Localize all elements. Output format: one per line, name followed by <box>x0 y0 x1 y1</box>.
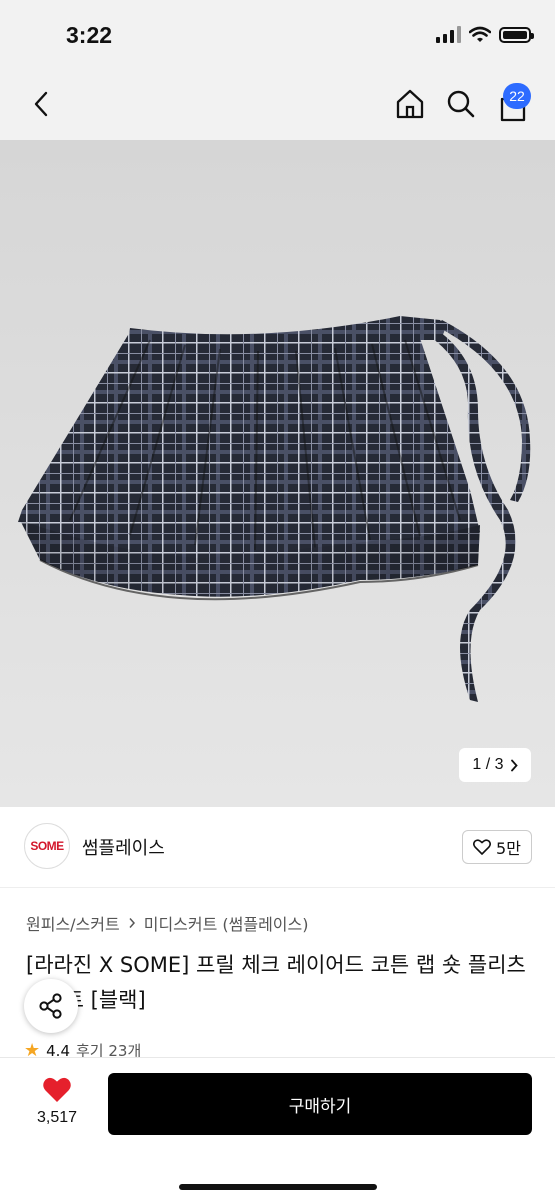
breadcrumb: 원피스/스커트 미디스커트 (썸플레이스) <box>26 911 309 935</box>
favorite-button[interactable]: 3,517 <box>22 1076 92 1127</box>
brand-name[interactable]: 썸플레이스 <box>82 834 165 860</box>
back-button[interactable] <box>24 86 58 122</box>
wifi-icon <box>469 26 491 42</box>
search-icon <box>447 90 475 118</box>
favorite-count: 3,517 <box>36 1109 78 1126</box>
pager-text: 1 / 3 <box>472 756 504 773</box>
brand-row: SOME 썸플레이스 5만 <box>0 807 555 888</box>
bottom-action-bar: 3,517 구매하기 <box>0 1057 555 1201</box>
buy-button[interactable]: 구매하기 <box>108 1073 532 1135</box>
plaid-skirt-image <box>18 316 531 702</box>
share-icon <box>39 993 62 1019</box>
chevron-right-icon <box>510 759 518 771</box>
battery-icon <box>499 26 534 43</box>
home-button[interactable] <box>391 86 429 122</box>
cart-count-badge: 22 <box>503 83 531 109</box>
breadcrumb-subcategory[interactable]: 미디스커트 (썸플레이스) <box>144 911 309 935</box>
chevron-left-icon <box>34 91 48 117</box>
chevron-right-icon <box>129 918 135 928</box>
image-pager[interactable]: 1 / 3 <box>459 748 531 782</box>
product-title: [라라진 X SOME] 프릴 체크 레이어드 코튼 랩 숏 플리츠 스커트 [… <box>26 953 526 1012</box>
top-header: 3:22 22 <box>0 0 555 140</box>
brand-like-button[interactable]: 5만 <box>462 830 532 864</box>
status-time: 3:22 <box>66 22 113 48</box>
heart-filled-icon <box>43 1077 71 1102</box>
product-image[interactable]: 1 / 3 <box>0 140 555 807</box>
home-icon <box>396 89 424 119</box>
breadcrumb-category[interactable]: 원피스/스커트 <box>26 911 120 935</box>
brand-logo[interactable]: SOME <box>24 823 70 869</box>
heart-outline-icon <box>473 839 492 855</box>
status-icons <box>436 26 534 43</box>
home-indicator <box>179 1184 377 1190</box>
share-button[interactable] <box>24 979 78 1033</box>
search-button[interactable] <box>443 86 479 122</box>
brand-like-count: 5만 <box>496 839 521 858</box>
signal-icon <box>436 26 461 43</box>
